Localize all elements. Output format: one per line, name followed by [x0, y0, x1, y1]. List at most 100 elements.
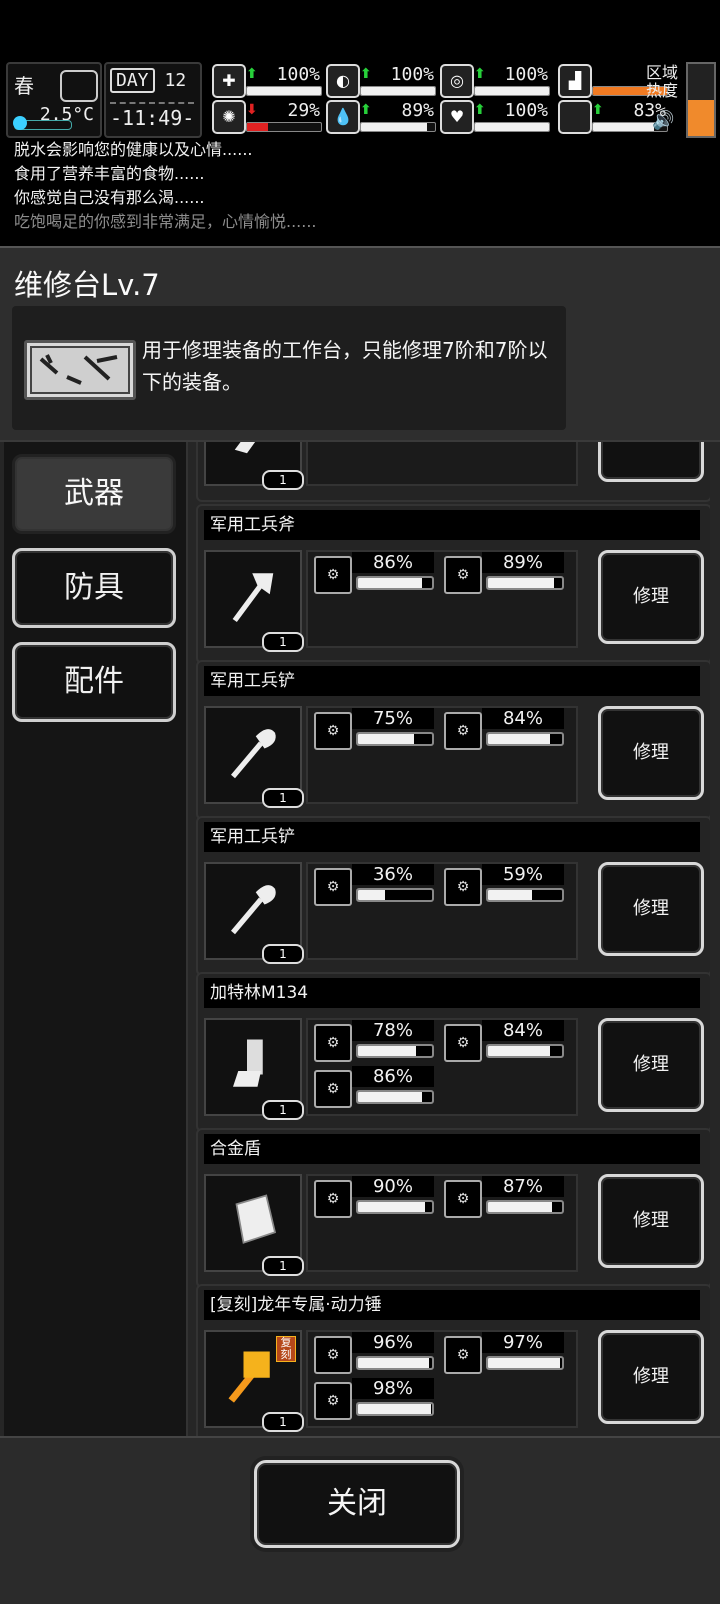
durability-bar — [486, 1044, 564, 1058]
weapon-icon — [234, 442, 256, 454]
item-thumbnail: 1 — [204, 1174, 304, 1276]
medkit-icon: ✚ — [212, 64, 246, 98]
repair-item: 合金盾 1 ⚙ 90% ⚙ 87% 修理 — [196, 1128, 710, 1288]
item-count: 1 — [262, 788, 304, 808]
shovel-icon — [230, 885, 276, 935]
durability-stat: ⚙ 87% — [442, 1176, 566, 1218]
tab-accessories[interactable]: 配件 — [12, 642, 176, 722]
arrow-up-icon: ⬆ — [360, 66, 372, 82]
brain-icon: ✺ — [212, 100, 246, 134]
day-panel: DAY 12 -11:49- — [104, 62, 202, 138]
repair-item: 军用工兵铲 1 ⚙ 75% ⚙ 84% 修理 — [196, 660, 710, 820]
zone-heat-label: 区域 热度 — [646, 63, 679, 100]
repair-button[interactable]: 修理 — [598, 862, 704, 956]
durability-bar — [486, 888, 564, 902]
repair-item: 加特林M134 1 ⚙ 78% ⚙ 84% ⚙ 86% 修理 — [196, 972, 710, 1132]
trigger-icon: ⚙ — [314, 1070, 352, 1108]
cloud-icon — [60, 70, 98, 102]
stat-value: 100% — [390, 64, 434, 85]
item-thumbnail: 1 — [204, 550, 304, 652]
durability-value: 78% — [352, 1020, 434, 1041]
durability-stat: ⚙ 84% — [442, 708, 566, 750]
item-durability-group: ⚙ 78% ⚙ 84% ⚙ 86% — [306, 1018, 578, 1116]
item-durability-group: ⚙ 96% ⚙ 97% ⚙ 98% — [306, 1330, 578, 1428]
repair-item: [复刻]龙年专属·动力锤 复刻 1 ⚙ 96% ⚙ 97% ⚙ 98% 修理 — [196, 1284, 710, 1438]
durability-bar — [356, 1402, 434, 1416]
item-count: 1 — [262, 1412, 304, 1432]
item-durability-group: ⚙ 86% ⚙ 89% — [306, 550, 578, 648]
footer-bar: 关闭 — [0, 1436, 720, 1604]
shield-icon — [235, 1194, 277, 1244]
item-durability-group: ⚙ 90% ⚙ 87% — [306, 1174, 578, 1272]
gun-part-icon: ⚙ — [314, 1024, 352, 1062]
blade-icon: ⚙ — [444, 556, 482, 594]
close-button[interactable]: 关闭 — [254, 1460, 460, 1548]
durability-bar — [356, 1200, 434, 1214]
repair-button[interactable]: 修理 — [598, 1174, 704, 1268]
gear-part-icon: ⚙ — [314, 712, 352, 750]
strap-icon: ⚙ — [444, 1180, 482, 1218]
durability-stat: ⚙ 78% — [312, 1020, 436, 1062]
barrel-icon: ⚙ — [444, 1024, 482, 1062]
item-count: 1 — [262, 632, 304, 652]
repair-button[interactable]: 修理 — [598, 442, 704, 482]
stat-bar — [474, 86, 550, 96]
stat-value: 100% — [276, 64, 320, 85]
item-durability-group: ⚙ 36% ⚙ 59% — [306, 862, 578, 960]
durability-stat: ⚙ 59% — [442, 864, 566, 906]
repair-button[interactable]: 修理 — [598, 1330, 704, 1424]
durability-value: 84% — [482, 708, 564, 729]
stat-medkit: ✚ ⬆ 100% — [212, 64, 324, 98]
durability-value: 90% — [352, 1176, 434, 1197]
weather-panel: 春 2.5°C — [6, 62, 102, 138]
durability-stat: ⚙ 89% — [442, 552, 566, 594]
durability-bar — [486, 1200, 564, 1214]
repair-item: 军用工兵铲 1 ⚙ 36% ⚙ 59% 修理 — [196, 816, 710, 976]
tab-armor[interactable]: 防具 — [12, 548, 176, 628]
handle-icon: ⚙ — [444, 1336, 482, 1374]
durability-value: 96% — [352, 1332, 434, 1353]
tab-weapons[interactable]: 武器 — [12, 454, 176, 534]
stat-bar — [360, 122, 436, 132]
repair-button[interactable]: 修理 — [598, 550, 704, 644]
item-list[interactable]: 1 修理军用工兵斧 1 ⚙ 86% ⚙ 89% — [196, 442, 710, 1438]
durability-value: 89% — [482, 552, 564, 573]
durability-value: 84% — [482, 1020, 564, 1041]
page-title: 维修台Lv.7 — [14, 268, 160, 302]
durability-value: 98% — [352, 1378, 434, 1399]
shovel-icon — [230, 729, 276, 779]
item-name: 军用工兵斧 — [204, 510, 700, 540]
durability-value: 87% — [482, 1176, 564, 1197]
durability-value: 86% — [352, 552, 434, 573]
gatling-icon — [233, 1039, 263, 1087]
speaker-icon[interactable]: 🔊 — [652, 110, 674, 131]
arrow-down-icon: ⬇ — [246, 102, 258, 118]
stat-heart: ♥ ⬆ 100% — [440, 100, 552, 134]
item-count: 1 — [262, 1256, 304, 1276]
arrow-up-icon: ⬆ — [360, 102, 372, 118]
durability-value: 97% — [482, 1332, 564, 1353]
repair-button[interactable]: 修理 — [598, 1018, 704, 1112]
heart-icon: ♥ — [440, 100, 474, 134]
day-number: 12 — [164, 70, 187, 91]
repair-button[interactable]: 修理 — [598, 706, 704, 800]
thermometer-icon — [13, 116, 72, 130]
arrow-up-icon: ⬆ — [474, 66, 486, 82]
durability-stat: ⚙ 86% — [312, 1066, 436, 1108]
arrow-up-icon: ⬆ — [474, 102, 486, 118]
durability-bar — [356, 1356, 434, 1370]
description-text: 用于修理装备的工作台，只能修理7阶和7阶以下的装备。 — [142, 338, 548, 394]
stat-brain: ✺ ⬇ 29% — [212, 100, 324, 134]
durability-bar — [356, 732, 434, 746]
description-box: 用于修理装备的工作台，只能修理7阶和7阶以下的装备。 — [12, 306, 566, 430]
durability-stat: ⚙ 96% — [312, 1332, 436, 1374]
durability-bar — [356, 888, 434, 902]
stat-value: 100% — [504, 100, 548, 121]
stat-bar — [474, 122, 550, 132]
boot-icon: ▟ — [558, 64, 592, 98]
durability-stat: ⚙ 84% — [442, 1020, 566, 1062]
item-thumbnail: 1 — [204, 442, 304, 490]
durability-value: 75% — [352, 708, 434, 729]
item-durability-group: ⚙ 75% ⚙ 84% — [306, 706, 578, 804]
day-label: DAY — [110, 68, 155, 93]
